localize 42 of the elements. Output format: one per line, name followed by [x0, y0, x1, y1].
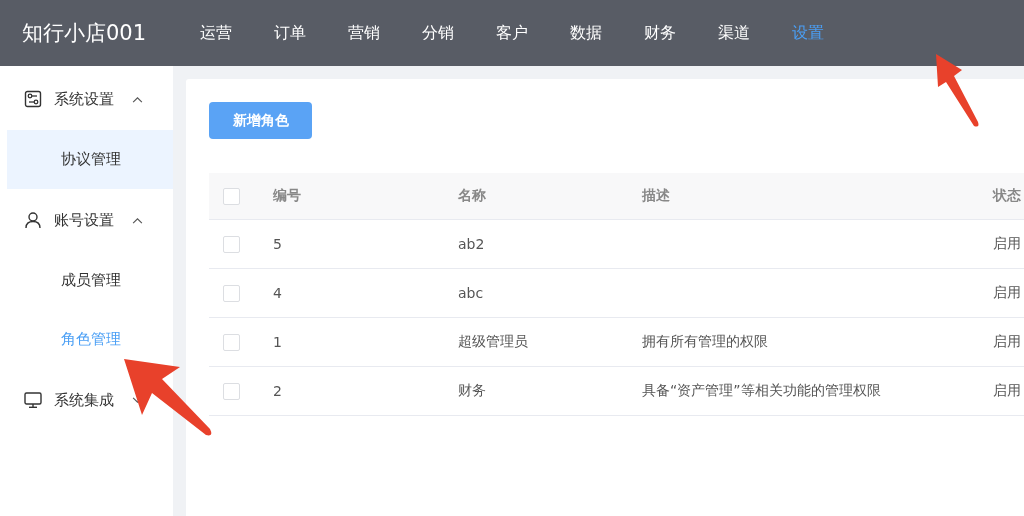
checkbox[interactable]	[223, 284, 240, 302]
nav-tab[interactable]: 订单	[271, 22, 345, 44]
nav-tab[interactable]: 财务	[641, 22, 715, 44]
checkbox[interactable]	[223, 333, 240, 351]
nav-tab[interactable]: 运营	[197, 22, 271, 44]
column-header: 名称	[458, 187, 486, 203]
checkbox[interactable]	[223, 235, 240, 253]
table-cell: 拥有所有管理的权限	[642, 333, 768, 349]
column-header: 状态	[993, 187, 1021, 203]
nav-tab[interactable]: 渠道	[715, 22, 789, 44]
sidebar-item[interactable]: 成员管理	[7, 251, 173, 310]
table-cell: 财务	[458, 382, 486, 398]
sidebar-group[interactable]: 系统设置	[0, 78, 173, 120]
nav-tab[interactable]: 客户	[493, 22, 567, 44]
table-cell: ab2	[458, 236, 485, 252]
sidebar-group[interactable]: 系统集成	[0, 379, 173, 421]
checkbox[interactable]	[223, 187, 240, 205]
table-cell: 启用	[993, 284, 1021, 300]
table-cell: 5	[273, 236, 282, 252]
column-header: 描述	[642, 187, 670, 203]
nav-tab[interactable]: 数据	[567, 22, 641, 44]
monitor-icon	[24, 391, 42, 409]
nav-tab[interactable]: 营销	[345, 22, 419, 44]
store-name: 知行小店001	[21, 20, 148, 47]
table-cell: 4	[273, 285, 282, 301]
settings-panel-icon	[24, 90, 42, 108]
nav-tab[interactable]: 分销	[419, 22, 493, 44]
table-cell: 启用	[993, 235, 1021, 251]
table-cell: 超级管理员	[458, 333, 528, 349]
chevron-up-icon	[132, 216, 143, 224]
table-cell: 1	[273, 334, 282, 350]
checkbox[interactable]	[223, 382, 240, 400]
table-cell: 2	[273, 383, 282, 399]
table-cell: abc	[458, 285, 484, 301]
table-cell: 具备“资产管理”等相关功能的管理权限	[642, 382, 881, 398]
sidebar-group[interactable]: 账号设置	[0, 199, 173, 241]
user-icon	[24, 211, 42, 229]
column-header: 编号	[273, 187, 301, 203]
table-cell: 启用	[993, 333, 1021, 349]
sidebar-item[interactable]: 协议管理	[7, 130, 173, 189]
chevron-up-icon	[132, 95, 143, 103]
table-cell: 启用	[993, 382, 1021, 398]
